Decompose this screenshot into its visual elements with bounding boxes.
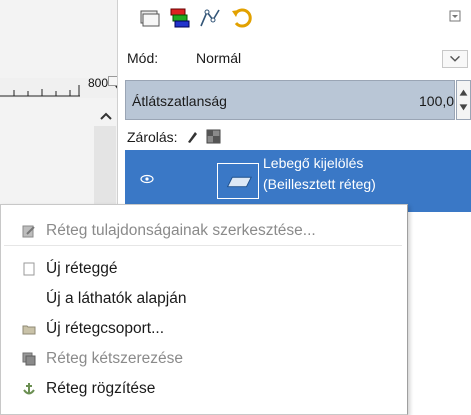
folder-icon	[22, 325, 36, 335]
menu-item-label: Új rétegcsoport...	[46, 320, 165, 337]
menu-item-new-from-visible[interactable]: Új a láthatók alapján	[4, 284, 402, 314]
mode-value[interactable]: Normál	[196, 50, 241, 66]
lock-label: Zárolás:	[127, 129, 178, 145]
opacity-spinner[interactable]	[456, 80, 471, 120]
menu-item-duplicate-layer[interactable]: Réteg kétszerezése	[4, 344, 402, 374]
menu-item-label: Réteg rögzítése	[46, 380, 156, 397]
chevron-down-icon[interactable]	[442, 50, 468, 68]
layer-thumbnail	[217, 163, 259, 199]
dock-menu-icon[interactable]	[449, 10, 461, 22]
ruler-ticks	[0, 85, 80, 97]
menu-item-edit-attributes[interactable]: Réteg tulajdonságainak szerkesztése...	[4, 216, 402, 246]
new-layer-icon	[23, 262, 35, 276]
layer-name-line1: Lebegő kijelölés	[263, 155, 364, 171]
menu-item-label: Új réteggé	[46, 260, 118, 277]
anchor-icon	[23, 383, 35, 395]
edit-layer-icon	[22, 225, 35, 238]
scroll-up-icon[interactable]	[96, 108, 116, 124]
mode-combo[interactable]	[123, 44, 468, 74]
channels-tab-icon[interactable]	[168, 6, 192, 30]
duplicate-layer-icon	[22, 352, 36, 366]
mode-label: Mód:	[127, 50, 159, 66]
menu-item-anchor-layer[interactable]: Réteg rögzítése	[4, 374, 402, 404]
menu-item-new-layer[interactable]: Új réteggé	[4, 254, 402, 284]
menu-item-label: Új a láthatók alapján	[46, 290, 187, 307]
opacity-value[interactable]: 100,0	[419, 93, 454, 109]
menu-item-label: Réteg kétszerezése	[46, 350, 183, 367]
menu-item-new-layer-group[interactable]: Új rétegcsoport...	[4, 314, 402, 344]
menu-item-label: Réteg tulajdonságainak szerkesztése...	[46, 222, 316, 239]
paths-tab-icon[interactable]	[198, 6, 222, 30]
menu-separator	[4, 245, 402, 246]
layers-tab-icon[interactable]	[138, 6, 162, 30]
eye-icon[interactable]	[140, 174, 154, 184]
undo-tab-icon[interactable]	[230, 6, 254, 30]
layer-name-line2: (Beillesztett réteg)	[263, 176, 376, 192]
lock-icons[interactable]	[185, 128, 225, 144]
ruler-label: 800	[88, 76, 109, 90]
opacity-label: Átlátszatlanság	[132, 93, 227, 109]
